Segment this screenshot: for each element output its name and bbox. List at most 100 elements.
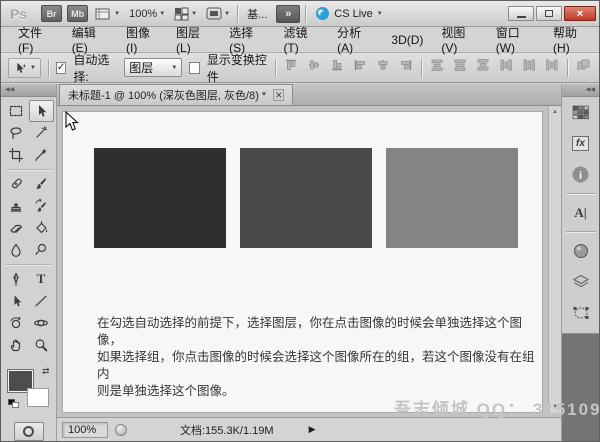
distribute-left-edges-button[interactable] bbox=[498, 57, 514, 78]
status-zoom-field[interactable]: 100% bbox=[62, 422, 108, 438]
scroll-up-icon[interactable]: ▲ bbox=[552, 106, 558, 118]
cs-live-button[interactable]: CS Live ▼ bbox=[311, 6, 386, 21]
view-extras-icon bbox=[95, 7, 112, 21]
3d-rotate-tool[interactable] bbox=[4, 312, 29, 334]
menu-image[interactable]: 图像(I) bbox=[117, 20, 167, 59]
dark-gray-rectangle[interactable] bbox=[94, 148, 226, 248]
quick-mask-mode-button[interactable] bbox=[14, 422, 44, 441]
info-icon: i bbox=[572, 166, 589, 183]
menu-file[interactable]: 文件(F) bbox=[9, 20, 63, 59]
auto-select-target-dropdown[interactable]: 图层 ▼ bbox=[124, 58, 182, 77]
tool-palette-collapse-button[interactable]: ◀◀ bbox=[1, 84, 56, 97]
line-tool[interactable] bbox=[29, 290, 54, 312]
arrange-documents-icon bbox=[174, 7, 189, 21]
brush-icon bbox=[33, 176, 49, 192]
distribute-top-edges-button[interactable] bbox=[429, 57, 445, 78]
background-color-swatch[interactable] bbox=[27, 388, 49, 407]
menu-help[interactable]: 帮助(H) bbox=[544, 20, 599, 59]
auto-align-layers-icon bbox=[576, 58, 591, 72]
zoom-level-button[interactable]: 100% ▼ bbox=[127, 8, 167, 20]
swap-colors-icon[interactable]: ⇄ bbox=[42, 366, 50, 377]
align-right-edges-icon bbox=[399, 58, 413, 72]
hand-tool[interactable] bbox=[4, 334, 29, 356]
medium-dark-gray-rectangle[interactable] bbox=[240, 148, 372, 248]
brush-tool[interactable] bbox=[29, 173, 54, 195]
menu-bar: 文件(F) 编辑(E) 图像(I) 图层(L) 选择(S) 滤镜(T) 分析(A… bbox=[1, 27, 599, 53]
crop-tool[interactable] bbox=[4, 144, 29, 166]
document-tab-bar: 未标题-1 @ 100% (深灰色图层, 灰色/8) * × bbox=[57, 84, 561, 106]
rectangular-marquee-tool[interactable] bbox=[4, 100, 29, 122]
tool-preset-picker[interactable]: ▼ bbox=[8, 58, 41, 78]
auto-select-checkbox[interactable]: ✓ bbox=[56, 62, 67, 74]
clone-stamp-tool[interactable] bbox=[4, 195, 29, 217]
screen-mode-button[interactable]: ▼ bbox=[204, 7, 232, 20]
spot-healing-brush-tool[interactable] bbox=[4, 173, 29, 195]
styles-panel-button[interactable]: fx bbox=[566, 129, 596, 158]
character-panel-icon: A| bbox=[574, 205, 586, 221]
align-right-edges-button[interactable] bbox=[398, 57, 414, 78]
pen-tool[interactable] bbox=[4, 268, 29, 290]
status-flyout-icon[interactable]: ▶ bbox=[309, 424, 316, 435]
menu-filter[interactable]: 滤镜(T) bbox=[274, 20, 328, 59]
blur-tool[interactable] bbox=[4, 239, 29, 261]
close-button[interactable]: × bbox=[564, 6, 596, 21]
eyedropper-icon bbox=[33, 147, 49, 163]
arrange-documents-button[interactable]: ▼ bbox=[172, 7, 199, 21]
eraser-tool[interactable] bbox=[4, 217, 29, 239]
lasso-tool[interactable] bbox=[4, 122, 29, 144]
zoom-tool[interactable] bbox=[29, 334, 54, 356]
history-brush-tool[interactable] bbox=[29, 195, 54, 217]
distribute-horizontal-centers-button[interactable] bbox=[521, 57, 537, 78]
document-tab-title: 未标题-1 @ 100% (深灰色图层, 灰色/8) * bbox=[68, 87, 266, 103]
show-transform-controls-checkbox[interactable] bbox=[189, 62, 200, 74]
align-top-edges-button[interactable] bbox=[283, 57, 299, 78]
distribute-top-edges-icon bbox=[430, 58, 444, 72]
panel-dock: ◀◀ fx i A| bbox=[561, 84, 599, 441]
dodge-tool[interactable] bbox=[29, 239, 54, 261]
menu-view[interactable]: 视图(V) bbox=[432, 20, 486, 59]
eyedropper-tool[interactable] bbox=[29, 144, 54, 166]
paint-bucket-tool[interactable] bbox=[29, 217, 54, 239]
menu-analysis[interactable]: 分析(A) bbox=[328, 20, 382, 59]
align-horizontal-centers-button[interactable] bbox=[375, 57, 391, 78]
swatches-panel-button[interactable] bbox=[566, 98, 596, 127]
magic-wand-tool[interactable] bbox=[29, 122, 54, 144]
distribute-bottom-edges-button[interactable] bbox=[475, 57, 491, 78]
menu-3d[interactable]: 3D(D) bbox=[382, 29, 432, 51]
character-panel-button[interactable]: A| bbox=[566, 198, 596, 227]
menu-window[interactable]: 窗口(W) bbox=[487, 20, 544, 59]
dock-collapse-button[interactable]: ◀◀ bbox=[562, 84, 599, 97]
info-panel-button[interactable]: i bbox=[566, 160, 596, 189]
view-extras-button[interactable]: ▼ bbox=[93, 7, 122, 21]
document-tab[interactable]: 未标题-1 @ 100% (深灰色图层, 灰色/8) * × bbox=[59, 84, 293, 105]
move-tool[interactable] bbox=[29, 100, 54, 122]
align-bottom-edges-button[interactable] bbox=[329, 57, 345, 78]
distribute-right-edges-button[interactable] bbox=[544, 57, 560, 78]
auto-align-layers-button[interactable] bbox=[575, 57, 592, 78]
distribute-vertical-centers-button[interactable] bbox=[452, 57, 468, 78]
3d-orbit-tool[interactable] bbox=[29, 312, 54, 334]
layer-comps-panel-button[interactable] bbox=[566, 267, 596, 296]
photoshop-window: Ps Br Mb ▼ 100% ▼ ▼ ▼ 基... » CS Live ▼ bbox=[0, 0, 600, 442]
dodge-icon bbox=[33, 242, 49, 258]
document-canvas[interactable]: 在勾选自动选择的前提下，选择图层，你在点击图像的时候会单独选择这个图像， 如果选… bbox=[62, 111, 543, 413]
maximize-button[interactable] bbox=[536, 6, 562, 21]
tab-close-icon[interactable]: × bbox=[273, 89, 284, 101]
align-vertical-centers-button[interactable] bbox=[306, 57, 322, 78]
default-colors-icon[interactable] bbox=[8, 399, 19, 408]
options-separator bbox=[421, 59, 422, 77]
crop-icon bbox=[8, 147, 24, 163]
3d-panel-button[interactable] bbox=[566, 236, 596, 265]
masks-panel-button[interactable] bbox=[566, 298, 596, 327]
vertical-scrollbar[interactable]: ▲ ▼ bbox=[548, 106, 561, 413]
align-left-edges-button[interactable] bbox=[352, 57, 368, 78]
options-separator bbox=[48, 59, 49, 77]
type-tool[interactable]: T bbox=[29, 268, 54, 290]
layer-rectangles bbox=[94, 148, 518, 248]
minimize-button[interactable] bbox=[508, 6, 534, 21]
align-horizontal-centers-icon bbox=[376, 58, 390, 72]
paint-bucket-icon bbox=[33, 220, 49, 236]
path-selection-tool[interactable] bbox=[4, 290, 29, 312]
svg-text:i: i bbox=[579, 170, 582, 182]
medium-gray-rectangle[interactable] bbox=[386, 148, 518, 248]
